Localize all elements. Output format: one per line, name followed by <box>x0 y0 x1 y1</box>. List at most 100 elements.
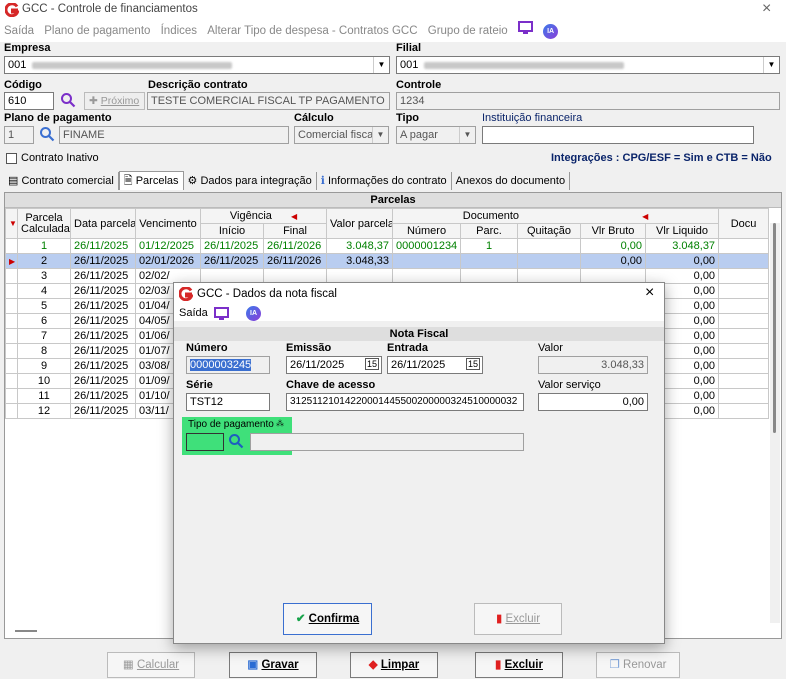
info-icon: ℹ <box>320 175 325 187</box>
calcular-button[interactable]: ▦ Calcular <box>107 652 195 678</box>
search-icon[interactable] <box>228 433 244 452</box>
tab-contrato-comercial[interactable]: ▤ Contrato comercial <box>4 172 119 190</box>
col-valor-parcela[interactable]: Valor parcela <box>326 208 393 239</box>
confirma-button[interactable]: ✔ Confirma <box>283 603 372 635</box>
menu-plano-pagamento[interactable]: Plano de pagamento <box>44 20 150 42</box>
calculo-label: Cálculo <box>294 112 334 124</box>
chevron-down-icon[interactable]: ▼ <box>459 127 475 143</box>
col-docu[interactable]: Docu <box>718 208 770 239</box>
eraser-icon: ◆ <box>368 659 378 671</box>
ia-icon[interactable]: IA <box>543 23 559 39</box>
limpar-button[interactable]: ◆ Limpar <box>350 652 438 678</box>
col-quitacao[interactable]: Quitação <box>517 223 581 239</box>
filial-select[interactable]: 001 ▼ <box>396 56 780 74</box>
document-icon: 🗎 <box>123 175 133 187</box>
menu-alterar-tipo-despesa[interactable]: Alterar Tipo de despesa - Contratos GCC <box>207 20 417 42</box>
scrollbar-thumb[interactable] <box>15 630 37 632</box>
sort-indicator: ▼ <box>5 208 18 239</box>
col-numero[interactable]: Número <box>392 223 461 239</box>
calculo-select[interactable]: Comercial fiscal ▼ <box>294 126 389 144</box>
col-inicio[interactable]: Início <box>200 223 264 239</box>
col-parc[interactable]: Parc. <box>460 223 518 239</box>
tipo-pagamento-label: Tipo de pagamento <box>188 419 274 430</box>
descricao-label: Descrição contrato <box>148 79 248 91</box>
search-icon[interactable] <box>39 126 55 145</box>
gravar-button[interactable]: ▣ Gravar <box>229 652 317 678</box>
plano-input[interactable]: FINAME <box>59 126 289 144</box>
empresa-select[interactable]: 001 ▼ <box>4 56 390 74</box>
valor-label: Valor <box>538 342 563 354</box>
search-icon[interactable] <box>60 92 76 111</box>
col-parcela[interactable]: Parcela Calculada <box>17 208 71 239</box>
tab-parcelas[interactable]: 🗎 Parcelas <box>118 171 184 190</box>
col-documento[interactable]: Documento ◀ <box>391 208 720 224</box>
table-row[interactable]: ▶ 2 26/11/2025 02/01/2026 26/11/2025 26/11/20… <box>5 253 770 269</box>
chevron-down-icon[interactable]: ▼ <box>373 57 389 73</box>
trash-icon: ▮ <box>495 613 503 625</box>
menu-saida[interactable]: Saída <box>4 20 34 42</box>
serie-input[interactable]: TST12 <box>186 393 270 411</box>
valor-input[interactable]: 3.048,33 <box>538 356 648 374</box>
plano-label: Plano de pagamento <box>4 112 112 124</box>
table-row[interactable]: 1 26/11/2025 01/12/2025 26/11/2025 26/11/202… <box>5 238 770 254</box>
vertical-scrollbar[interactable] <box>770 223 780 623</box>
controle-input[interactable]: 1234 <box>396 92 780 110</box>
menu-grupo-rateio[interactable]: Grupo de rateio <box>428 20 508 42</box>
instituicao-label: Instituição financeira <box>482 112 583 124</box>
col-vigencia[interactable]: Vigência ◀ <box>200 208 327 224</box>
col-final[interactable]: Final <box>263 223 327 239</box>
descricao-input[interactable]: TESTE COMERCIAL FISCAL TP PAGAMENTO <box>147 92 390 110</box>
title-bar: GCC - Controle de financiamentos × <box>0 0 786 20</box>
inativo-label: Contrato Inativo <box>21 152 99 164</box>
numero-input[interactable]: 0000003245 <box>186 356 270 374</box>
col-data-parcela[interactable]: Data parcela <box>70 208 136 239</box>
tab-informacoes[interactable]: ℹ Informações do contrato <box>317 172 452 190</box>
renew-icon: ❐ <box>609 659 620 671</box>
current-row-icon: ▶ <box>5 253 18 269</box>
tipo-pagamento-code-input[interactable] <box>186 433 224 451</box>
inativo-checkbox[interactable] <box>6 153 17 164</box>
list-icon: ▤ <box>8 175 19 187</box>
instituicao-input[interactable] <box>482 126 754 144</box>
collapse-left-icon: ◀ <box>642 212 649 221</box>
close-icon[interactable]: × <box>645 284 654 302</box>
serie-label: Série <box>186 379 213 391</box>
col-vlr-bruto[interactable]: Vlr Bruto <box>580 223 646 239</box>
window-title: GCC - Controle de financiamentos <box>22 3 198 15</box>
calendar-icon[interactable]: 15 <box>465 358 480 370</box>
numero-label: Número <box>186 342 228 354</box>
tipo-select[interactable]: A pagar ▼ <box>396 126 476 144</box>
valor-servico-input[interactable]: 0,00 <box>538 393 648 411</box>
dialog-excluir-button[interactable]: ▮ Excluir <box>474 603 562 635</box>
tab-anexos[interactable]: Anexos do documento <box>452 172 571 190</box>
chevron-down-icon[interactable]: ▼ <box>763 57 779 73</box>
scrollbar-thumb[interactable] <box>773 223 776 433</box>
dialog-title: GCC - Dados da nota fiscal <box>197 288 337 300</box>
col-vlr-liquido[interactable]: Vlr Liquido <box>644 223 720 239</box>
monitor-icon[interactable] <box>214 307 229 323</box>
tipo-pagamento-desc-input[interactable] <box>250 433 524 451</box>
ia-icon[interactable]: IA <box>246 306 261 321</box>
menu-indices[interactable]: Índices <box>161 20 197 42</box>
menu-saida[interactable]: Saída <box>179 307 208 319</box>
tab-dados-integracao[interactable]: ⚙ Dados para integração <box>184 172 317 190</box>
close-icon[interactable]: × <box>762 0 771 18</box>
chevron-down-icon[interactable]: ▼ <box>372 127 388 143</box>
emissao-input[interactable]: 26/11/2025 15 <box>286 356 382 374</box>
tab-bar: ▤ Contrato comercial 🗎 Parcelas ⚙ Dados pa… <box>4 171 571 191</box>
proximo-button[interactable]: ✚ Próximo <box>84 92 145 110</box>
asterisk-icon: ⁂ <box>276 419 284 428</box>
calendar-icon[interactable]: 15 <box>364 358 379 370</box>
controle-label: Controle <box>396 79 442 91</box>
entrada-input[interactable]: 26/11/2025 15 <box>387 356 483 374</box>
chave-input[interactable]: 3125112101422000144550020000032451000003… <box>286 393 524 411</box>
codigo-input[interactable]: 610 <box>4 92 54 110</box>
chave-label: Chave de acesso <box>286 379 376 391</box>
integracoes-status: Integrações : CPG/ESF = Sim e CTB = Não <box>551 152 772 164</box>
plano-code-input[interactable]: 1 <box>4 126 34 144</box>
excluir-button[interactable]: ▮ Excluir <box>475 652 563 678</box>
col-vencimento[interactable]: Vencimento <box>135 208 201 239</box>
monitor-icon[interactable] <box>517 20 533 42</box>
check-icon: ✔ <box>295 613 306 625</box>
renovar-button[interactable]: ❐ Renovar <box>596 652 680 678</box>
